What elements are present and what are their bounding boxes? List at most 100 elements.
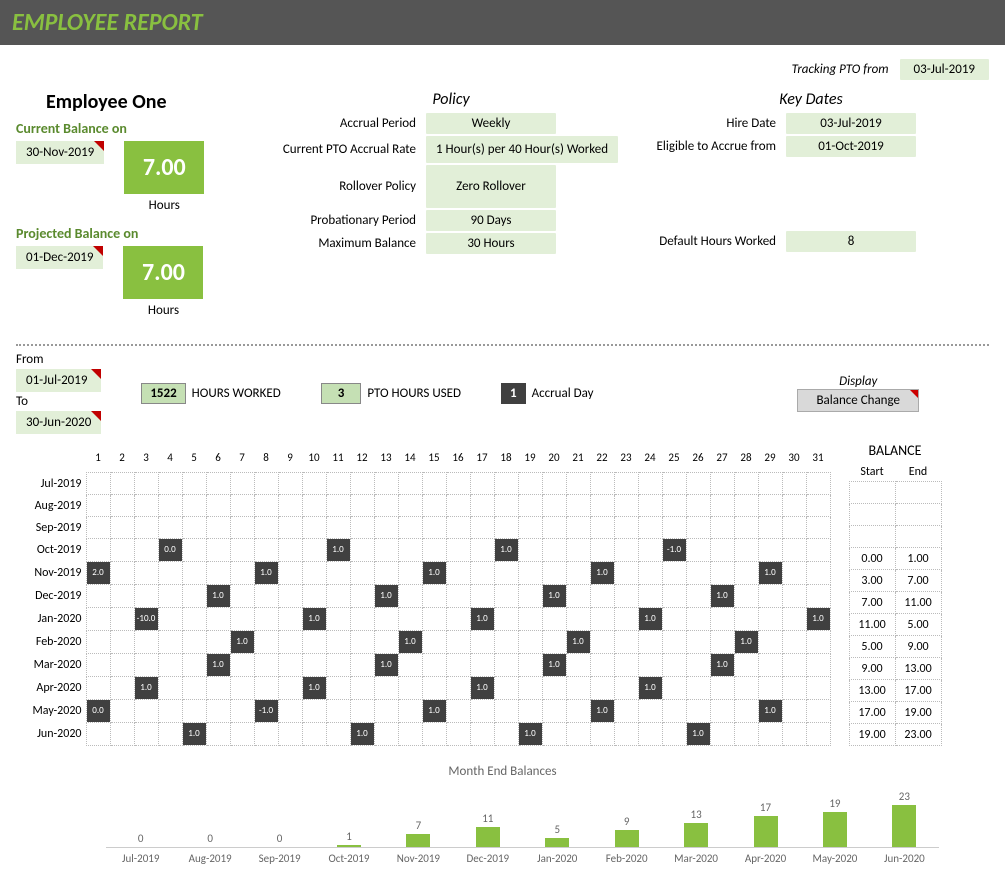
calendar-cell (542, 539, 566, 562)
calendar-cell: -1.0 (662, 539, 686, 562)
chart-bar: 11 (453, 812, 522, 847)
calendar-cell (494, 654, 518, 677)
calendar-cell (710, 631, 734, 654)
hire-date-label: Hire Date (636, 116, 786, 131)
balance-end-cell: 11.00 (895, 592, 941, 614)
calendar-cell (470, 562, 494, 585)
chart-bar: 0 (106, 832, 175, 847)
day-header: 8 (254, 442, 278, 473)
chart-x-label: Nov-2019 (384, 847, 453, 865)
calendar-cell (806, 723, 830, 746)
calendar-cell (494, 723, 518, 746)
calendar-cell (350, 539, 374, 562)
calendar-cell (614, 631, 638, 654)
calendar-cell (206, 631, 230, 654)
calendar-cell (446, 654, 470, 677)
calendar-cell (110, 608, 134, 631)
calendar-cell (398, 562, 422, 585)
day-header: 9 (278, 442, 302, 473)
calendar-cell (566, 517, 590, 539)
calendar-cell (182, 517, 206, 539)
calendar-cell (350, 495, 374, 517)
day-header: 7 (230, 442, 254, 473)
calendar-cell (614, 473, 638, 495)
calendar-cell (758, 517, 782, 539)
calendar-cell (686, 539, 710, 562)
chart-x-label: Dec-2019 (453, 847, 522, 865)
calendar-cell (710, 677, 734, 700)
calendar-cell (302, 654, 326, 677)
calendar-cell (782, 631, 806, 654)
day-header: 21 (566, 442, 590, 473)
calendar-cell (254, 608, 278, 631)
month-label: Apr-2020 (16, 677, 86, 700)
calendar-cell (590, 677, 614, 700)
calendar-cell (710, 608, 734, 631)
day-header: 6 (206, 442, 230, 473)
calendar-cell (278, 585, 302, 608)
calendar-cell (518, 631, 542, 654)
calendar-cell (614, 723, 638, 746)
calendar-cell (686, 631, 710, 654)
calendar-cell (158, 631, 182, 654)
projected-balance-label: Projected Balance on (16, 225, 266, 242)
display-selector[interactable]: Balance Change (797, 389, 919, 412)
chart-x-label: Jan-2020 (523, 847, 592, 865)
current-balance-label: Current Balance on (16, 120, 266, 137)
balance-start-header: Start (849, 463, 895, 482)
current-balance-date[interactable]: 30-Nov-2019 (16, 141, 104, 164)
calendar-cell (326, 677, 350, 700)
chart-bar: 9 (592, 815, 661, 847)
calendar-cell (734, 700, 758, 723)
calendar-cell (734, 677, 758, 700)
calendar-cell (494, 585, 518, 608)
calendar-cell (758, 608, 782, 631)
calendar-cell (782, 608, 806, 631)
calendar-cell (494, 562, 518, 585)
calendar-cell (182, 473, 206, 495)
day-header: 11 (326, 442, 350, 473)
calendar-cell (230, 539, 254, 562)
month-label: Jul-2019 (16, 473, 86, 495)
calendar-cell (614, 654, 638, 677)
calendar-cell (86, 723, 110, 746)
calendar-cell: 2.0 (86, 562, 110, 585)
calendar-cell (518, 654, 542, 677)
balance-end-cell (895, 504, 941, 526)
calendar-cell (374, 631, 398, 654)
calendar-cell (542, 473, 566, 495)
calendar-cell: 1.0 (350, 723, 374, 746)
calendar-cell (758, 654, 782, 677)
balance-end-cell: 13.00 (895, 658, 941, 680)
chart-title: Month End Balances (16, 764, 989, 779)
calendar-cell (710, 495, 734, 517)
calendar-cell (182, 608, 206, 631)
chart-x-label: May-2020 (800, 847, 869, 865)
calendar-cell (422, 539, 446, 562)
calendar-cell (350, 473, 374, 495)
projected-balance-date[interactable]: 01-Dec-2019 (16, 246, 103, 269)
calendar-cell (302, 585, 326, 608)
calendar-cell (350, 585, 374, 608)
calendar-cell (566, 654, 590, 677)
calendar-cell (206, 608, 230, 631)
calendar-cell (806, 654, 830, 677)
calendar-cell (446, 473, 470, 495)
calendar-cell (182, 677, 206, 700)
to-date[interactable]: 30-Jun-2020 (16, 411, 101, 434)
calendar-cell (134, 631, 158, 654)
calendar-cell (686, 700, 710, 723)
eligible-label: Eligible to Accrue from (636, 139, 786, 154)
balance-table: StartEnd0.001.003.007.007.0011.0011.005.… (849, 463, 942, 746)
calendar-cell (782, 562, 806, 585)
chart-x-label: Aug-2019 (175, 847, 244, 865)
calendar-cell (302, 539, 326, 562)
calendar-cell (662, 723, 686, 746)
calendar-cell (350, 677, 374, 700)
calendar-cell (398, 517, 422, 539)
current-balance-value: 7.00 (124, 141, 204, 194)
from-date[interactable]: 01-Jul-2019 (16, 369, 101, 392)
calendar-cell (398, 700, 422, 723)
accrual-period-value: Weekly (426, 113, 556, 134)
day-header: 28 (734, 442, 758, 473)
